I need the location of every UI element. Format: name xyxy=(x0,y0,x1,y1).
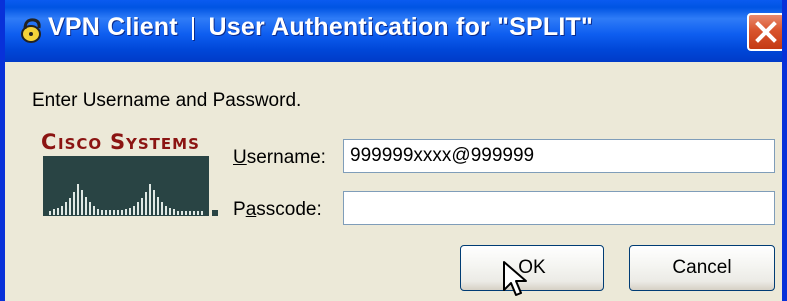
svg-text:YSTEMS: YSTEMS xyxy=(125,135,200,153)
svg-text:ISCO: ISCO xyxy=(58,135,102,153)
close-icon xyxy=(755,21,777,43)
passcode-input[interactable] xyxy=(343,191,775,225)
ok-button[interactable]: OK xyxy=(460,245,604,291)
vpn-auth-dialog: VPN Client | User Authentication for "SPLI… xyxy=(0,0,787,301)
passcode-label: Passcode: xyxy=(233,199,322,220)
cisco-logo: C ISCO S YSTEMS xyxy=(41,130,219,220)
title-bar[interactable]: VPN Client | User Authentication for "SPLI… xyxy=(5,0,782,62)
instruction-text: Enter Username and Password. xyxy=(32,90,302,111)
cisco-bars-graphic xyxy=(43,156,218,216)
lock-icon xyxy=(21,18,41,43)
window-title: VPN Client | User Authentication for "SPLI… xyxy=(48,13,593,42)
svg-text:S: S xyxy=(110,130,126,154)
app-name: VPN Client xyxy=(48,13,178,41)
username-label: Username: xyxy=(233,147,326,168)
cancel-button[interactable]: Cancel xyxy=(629,245,775,291)
cisco-logo-wordmark: C ISCO S YSTEMS xyxy=(41,130,200,154)
svg-text:C: C xyxy=(41,130,57,154)
title-separator: | xyxy=(189,13,197,41)
dialog-title: User Authentication for "SPLIT" xyxy=(208,13,594,41)
close-button[interactable] xyxy=(747,13,782,51)
username-input[interactable] xyxy=(343,139,775,173)
